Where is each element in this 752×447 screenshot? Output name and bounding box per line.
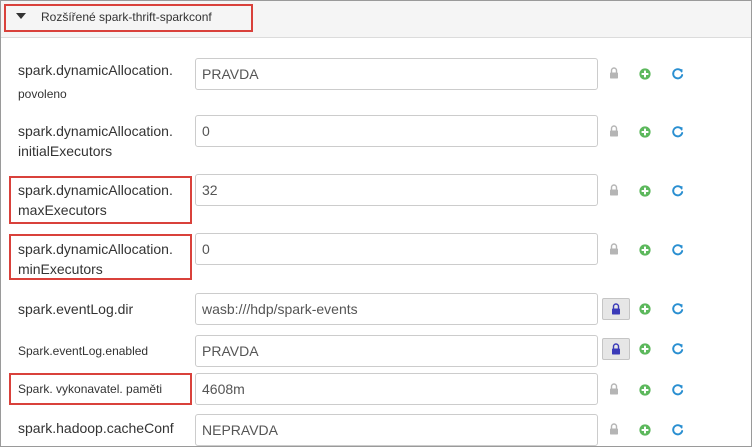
property-value-input[interactable]: wasb:///hdp/spark-events — [195, 293, 598, 325]
property-label-cont: maxExecutors — [18, 202, 107, 218]
property-row: spark.dynamicAllocation. maxExecutors 32 — [1, 167, 751, 225]
refresh-icon[interactable] — [671, 383, 684, 396]
property-value-input[interactable]: NEPRAVDA — [195, 414, 598, 446]
property-value-input[interactable]: 0 — [195, 233, 598, 265]
property-value-input[interactable]: 4608m — [195, 373, 598, 405]
plus-circle-icon[interactable] — [639, 244, 651, 256]
refresh-icon[interactable] — [671, 423, 684, 436]
lock-icon — [609, 342, 623, 356]
refresh-icon[interactable] — [671, 243, 684, 256]
plus-circle-icon[interactable] — [639, 384, 651, 396]
property-label: spark.dynamicAllocation. — [18, 62, 173, 78]
plus-circle-icon[interactable] — [639, 68, 651, 80]
lock-toggle-button[interactable] — [602, 298, 630, 320]
property-label: spark.hadoop.cacheConf — [18, 420, 174, 436]
property-label-cont: initialExecutors — [18, 143, 113, 159]
property-label-cont: povoleno — [18, 87, 67, 101]
property-value-input[interactable]: 0 — [195, 115, 598, 147]
property-label: spark.dynamicAllocation. — [18, 123, 173, 139]
lock-icon[interactable] — [607, 183, 621, 197]
refresh-icon[interactable] — [671, 342, 684, 355]
plus-circle-icon[interactable] — [639, 424, 651, 436]
lock-icon[interactable] — [607, 422, 621, 436]
plus-circle-icon[interactable] — [639, 126, 651, 138]
property-row: spark.dynamicAllocation. initialExecutor… — [1, 109, 751, 167]
property-label: spark.eventLog.dir — [18, 301, 134, 317]
property-value-input[interactable]: 32 — [195, 174, 598, 206]
property-row: spark.hadoop.cacheConf NEPRAVDA — [1, 409, 751, 446]
highlight-box — [4, 4, 253, 32]
property-label: spark.dynamicAllocation. — [18, 241, 173, 257]
property-label: Spark.eventLog.enabled — [18, 344, 149, 358]
refresh-icon[interactable] — [671, 125, 684, 138]
config-panel: Rozšířené spark-thrift-sparkconf spark.d… — [0, 0, 752, 447]
refresh-icon[interactable] — [671, 302, 684, 315]
property-label: Spark. vykonavatel. paměti — [18, 382, 163, 396]
property-value-input[interactable]: PRAVDA — [195, 58, 598, 90]
plus-circle-icon[interactable] — [639, 343, 651, 355]
refresh-icon[interactable] — [671, 184, 684, 197]
property-label-cont: minExecutors — [18, 261, 103, 277]
plus-circle-icon[interactable] — [639, 303, 651, 315]
lock-icon[interactable] — [607, 382, 621, 396]
property-row: Spark.eventLog.enabled PRAVDA — [1, 332, 751, 368]
property-row: spark.eventLog.dir wasb:///hdp/spark-eve… — [1, 290, 751, 330]
lock-icon — [609, 302, 623, 316]
section-header[interactable]: Rozšířené spark-thrift-sparkconf — [1, 1, 751, 38]
lock-icon[interactable] — [607, 124, 621, 138]
property-row: spark.dynamicAllocation. povoleno PRAVDA — [1, 51, 751, 109]
refresh-icon[interactable] — [671, 67, 684, 80]
lock-toggle-button[interactable] — [602, 338, 630, 360]
lock-icon[interactable] — [607, 66, 621, 80]
property-row: Spark. vykonavatel. paměti 4608m — [1, 369, 751, 409]
property-value-input[interactable]: PRAVDA — [195, 335, 598, 367]
property-label: spark.dynamicAllocation. — [18, 182, 173, 198]
property-row: spark.dynamicAllocation. minExecutors 0 — [1, 226, 751, 284]
lock-icon[interactable] — [607, 242, 621, 256]
plus-circle-icon[interactable] — [639, 185, 651, 197]
